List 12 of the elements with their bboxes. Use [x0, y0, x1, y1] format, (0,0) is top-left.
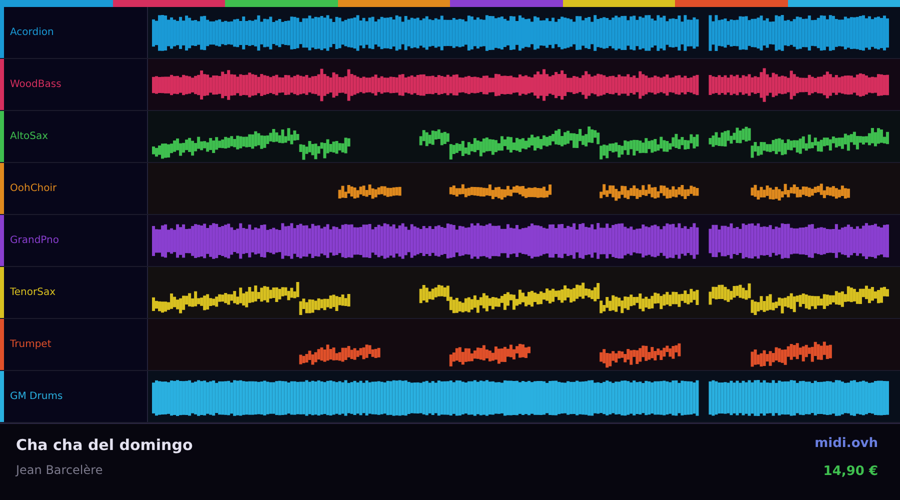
- track-name[interactable]: GM Drums: [10, 392, 63, 402]
- artist-name: Jean Barcelère: [16, 462, 104, 478]
- track-name[interactable]: OohChoir: [10, 184, 57, 194]
- track-name[interactable]: WoodBass: [10, 80, 62, 90]
- track-name[interactable]: GrandPno: [10, 236, 59, 246]
- track-name[interactable]: TenorSax: [10, 288, 56, 298]
- song-title: Cha cha del domingo: [16, 435, 193, 456]
- track-name[interactable]: AltoSax: [10, 132, 48, 142]
- track-name[interactable]: Trumpet: [10, 340, 52, 350]
- price: 14,90 €: [822, 462, 878, 480]
- track-name[interactable]: Acordion: [10, 28, 54, 38]
- site-link[interactable]: midi.ovh: [814, 434, 878, 454]
